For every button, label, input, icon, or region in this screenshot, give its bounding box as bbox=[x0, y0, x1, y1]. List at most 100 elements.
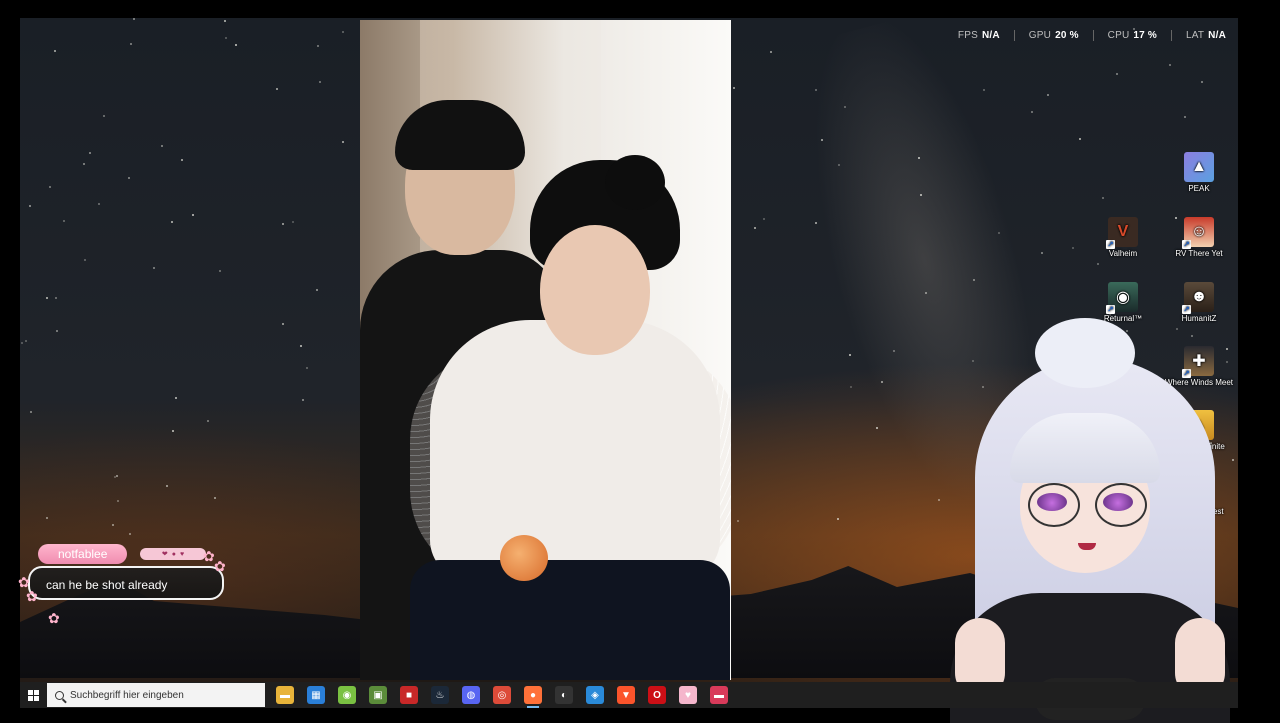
returnal-game-icon: ◉ ↗ bbox=[1106, 282, 1138, 314]
star bbox=[21, 342, 24, 345]
star bbox=[49, 186, 52, 189]
star bbox=[234, 44, 237, 47]
star bbox=[46, 516, 49, 519]
star bbox=[1047, 93, 1050, 96]
desktop-icon-peak[interactable]: ▲ PEAK bbox=[1164, 152, 1234, 193]
flower-icon: ✿ bbox=[48, 610, 60, 626]
star bbox=[917, 156, 920, 159]
chat-username: notfablee bbox=[38, 544, 128, 564]
gpu-label: GPU bbox=[1028, 30, 1052, 41]
star bbox=[83, 163, 86, 166]
latency-stat: LAT N/A bbox=[1186, 30, 1226, 41]
woman-figure bbox=[430, 320, 720, 580]
app-red-icon[interactable]: ▬ bbox=[710, 686, 728, 704]
fps-label: FPS bbox=[957, 30, 978, 41]
firefox-icon[interactable]: ● bbox=[524, 686, 542, 708]
taskbar-search[interactable]: Suchbegriff hier eingeben bbox=[47, 683, 265, 707]
avatar-glasses-left bbox=[1028, 483, 1080, 527]
desktop-icon-rv-there-yet[interactable]: ☺ ↗ RV There Yet bbox=[1164, 217, 1234, 258]
heart-badge: ♥ bbox=[179, 550, 185, 558]
star bbox=[919, 193, 922, 196]
star bbox=[820, 139, 823, 142]
file-explorer-icon[interactable]: ▬ bbox=[276, 686, 294, 704]
chrome-icon[interactable]: ◎ bbox=[493, 686, 511, 704]
desktop-icon-returnal[interactable]: ◉ ↗ Returnal™ bbox=[1088, 282, 1158, 323]
star bbox=[276, 87, 279, 90]
chat-overlay: notfablee ❤ ● ♥ can he be shot already ✿… bbox=[18, 540, 238, 630]
recorder-icon[interactable]: ■ bbox=[400, 686, 418, 704]
star bbox=[53, 49, 56, 52]
star bbox=[306, 367, 309, 370]
desktop-icon-label: RV There Yet bbox=[1175, 249, 1223, 258]
star bbox=[300, 344, 303, 347]
dot-badge: ● bbox=[171, 550, 176, 558]
star bbox=[84, 258, 87, 261]
star bbox=[103, 114, 106, 117]
woman-head bbox=[540, 225, 650, 355]
desktop-icon-humanitz[interactable]: ☻ ↗ HumanitZ bbox=[1164, 282, 1234, 323]
divider bbox=[1092, 30, 1094, 41]
app-pink-icon[interactable]: ♥ bbox=[679, 686, 697, 704]
star bbox=[815, 88, 818, 91]
star bbox=[55, 330, 58, 333]
humanitz-game-icon: ☻ ↗ bbox=[1182, 282, 1214, 314]
star bbox=[302, 398, 305, 401]
desktop-icon-valheim[interactable]: V ↗ Valheim bbox=[1088, 217, 1158, 258]
android-icon[interactable]: ◉ bbox=[338, 686, 356, 704]
star bbox=[318, 81, 321, 84]
peach bbox=[500, 535, 548, 581]
opera-icon[interactable]: O bbox=[648, 686, 666, 704]
star bbox=[45, 297, 48, 300]
star bbox=[30, 411, 33, 414]
star bbox=[1101, 197, 1104, 200]
desktop-icon-label: PEAK bbox=[1188, 184, 1210, 193]
app-blue-icon[interactable]: ◈ bbox=[586, 686, 604, 704]
legs bbox=[410, 560, 730, 680]
rv-there-yet-game-icon: ☺ ↗ bbox=[1182, 217, 1214, 249]
star bbox=[172, 430, 175, 433]
star bbox=[1096, 262, 1099, 265]
star bbox=[282, 222, 285, 225]
latency-label: LAT bbox=[1185, 30, 1205, 41]
cpu-label: CPU bbox=[1107, 30, 1130, 41]
star bbox=[341, 141, 344, 144]
woman-hair-bun bbox=[605, 155, 665, 210]
obs-icon[interactable]: ◐ bbox=[555, 686, 573, 704]
star bbox=[152, 266, 155, 269]
start-button[interactable] bbox=[22, 682, 44, 708]
taskbar: Suchbegriff hier eingeben ▬ ▦ ◉ ▣ ■ ♨ ◍ ◎ ● ◐ ◈ ▼ O ♥… bbox=[20, 682, 1238, 708]
brave-icon[interactable]: ▼ bbox=[617, 686, 635, 704]
video-player[interactable] bbox=[360, 20, 731, 680]
star bbox=[62, 220, 65, 223]
fps-stat: FPS N/A bbox=[958, 30, 1000, 41]
steam-icon[interactable]: ♨ bbox=[431, 686, 449, 704]
star bbox=[133, 18, 136, 21]
star bbox=[736, 519, 739, 522]
star bbox=[24, 340, 27, 343]
star bbox=[174, 396, 177, 399]
latency-value: N/A bbox=[1208, 30, 1226, 41]
avatar-glasses-right bbox=[1095, 483, 1147, 527]
star bbox=[160, 144, 163, 147]
star bbox=[170, 220, 173, 223]
star bbox=[1184, 116, 1187, 119]
man-hair bbox=[395, 100, 525, 170]
divider bbox=[1013, 30, 1015, 41]
avatar-hair-bun bbox=[1035, 318, 1135, 388]
star bbox=[1201, 80, 1204, 83]
performance-overlay: FPS N/A GPU 20 % CPU 17 % LAT N/A bbox=[958, 30, 1226, 41]
minecraft-icon[interactable]: ▣ bbox=[369, 686, 387, 704]
flower-icon: ✿ bbox=[203, 548, 215, 564]
star bbox=[850, 385, 853, 388]
discord-icon[interactable]: ◍ bbox=[462, 686, 480, 704]
star bbox=[128, 533, 131, 536]
star bbox=[814, 221, 817, 224]
divider bbox=[1170, 30, 1172, 41]
gpu-stat: GPU 20 % bbox=[1029, 30, 1079, 41]
store-icon[interactable]: ▦ bbox=[307, 686, 325, 704]
star bbox=[769, 50, 772, 53]
star bbox=[115, 475, 118, 477]
star bbox=[113, 476, 116, 479]
chat-badges: ❤ ● ♥ bbox=[140, 548, 206, 560]
taskbar-apps: ▬ ▦ ◉ ▣ ■ ♨ ◍ ◎ ● ◐ ◈ ▼ O ♥ ▬ bbox=[276, 686, 728, 708]
